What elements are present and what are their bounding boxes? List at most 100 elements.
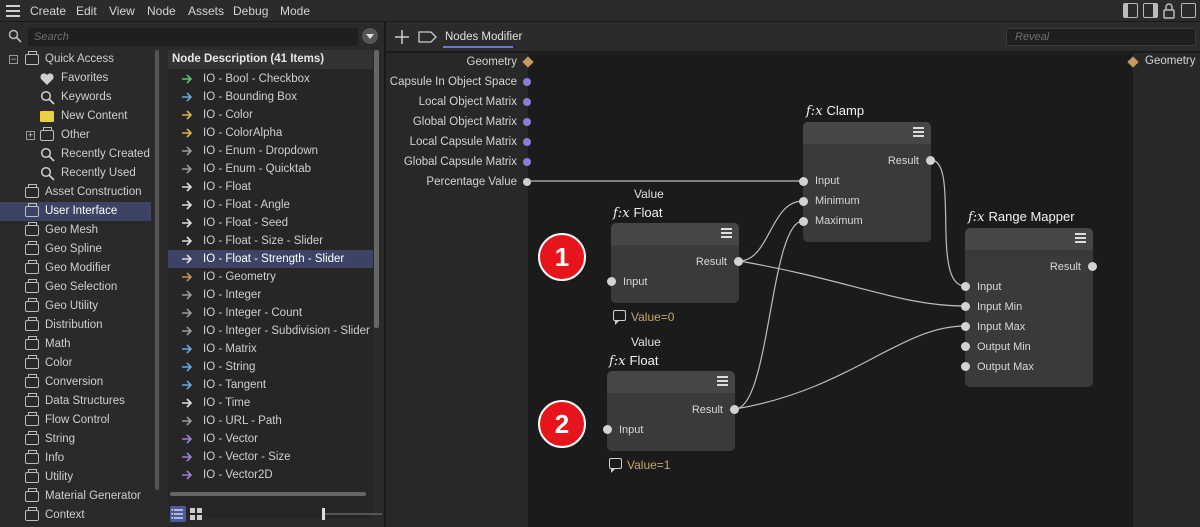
clamp-node[interactable]: Result Input Minimum Maximum <box>803 122 931 242</box>
asset-search-input[interactable]: Search <box>28 28 358 46</box>
reveal-search-input[interactable]: Reveal <box>1006 28 1196 46</box>
node-menu-icon[interactable] <box>717 376 728 386</box>
node-list-item[interactable]: IO - Integer <box>168 286 373 304</box>
tree-item[interactable]: Info <box>0 449 151 468</box>
tab-nodes-modifier[interactable]: Nodes Modifier <box>445 31 522 43</box>
node-list-item[interactable]: IO - Enum - Quicktab <box>168 160 373 178</box>
layout-right-panel-icon[interactable] <box>1143 3 1158 18</box>
clamp-minimum-port[interactable] <box>799 197 808 206</box>
node-list-scrollbar[interactable] <box>374 50 379 328</box>
input-port[interactable] <box>523 178 531 186</box>
float1-node[interactable]: Result Input <box>611 223 739 303</box>
tree-item[interactable]: Recently Used <box>0 164 151 183</box>
tree-item[interactable]: New Content <box>0 107 151 126</box>
node-list-item[interactable]: IO - Bounding Box <box>168 88 373 106</box>
list-view-icon[interactable] <box>170 506 186 522</box>
tree-item[interactable]: Flow Control <box>0 411 151 430</box>
range-mapper-node[interactable]: Result Input Input Min Input Max Output … <box>965 228 1093 387</box>
hamburger-menu-icon[interactable] <box>6 5 20 17</box>
collapse-icon[interactable]: − <box>9 55 18 64</box>
node-list-item[interactable]: IO - Integer - Count <box>168 304 373 322</box>
tree-item[interactable]: Material Generator <box>0 487 151 506</box>
node-list-item[interactable]: IO - Float - Angle <box>168 196 373 214</box>
range-mapper-output-min-port[interactable] <box>961 342 970 351</box>
input-port[interactable] <box>523 98 531 106</box>
node-menu-icon[interactable] <box>721 228 732 238</box>
input-port[interactable] <box>523 78 531 86</box>
node-list-item[interactable]: IO - Matrix <box>168 340 373 358</box>
node-list-item[interactable]: IO - Float - Seed <box>168 214 373 232</box>
tree-item[interactable]: Geo Mesh <box>0 221 151 240</box>
tree-item[interactable]: Geo Selection <box>0 278 151 297</box>
layout-left-panel-icon[interactable] <box>1123 3 1138 18</box>
node-menu-icon[interactable] <box>913 127 924 137</box>
tree-item[interactable]: + Other <box>0 126 151 145</box>
input-port[interactable] <box>523 158 531 166</box>
node-list-item[interactable]: IO - Float - Size - Slider <box>168 232 373 250</box>
node-menu-icon[interactable] <box>1075 233 1086 243</box>
thumbnail-size-slider[interactable] <box>322 508 382 520</box>
menu-assets[interactable]: Assets <box>188 4 224 18</box>
tree-item[interactable]: Geo Modifier <box>0 259 151 278</box>
tree-item[interactable]: String <box>0 430 151 449</box>
tree-item[interactable]: Conversion <box>0 373 151 392</box>
tree-item[interactable]: Favorites <box>0 69 151 88</box>
tree-item[interactable]: Math <box>0 335 151 354</box>
tree-item[interactable]: Data Structures <box>0 392 151 411</box>
tree-item[interactable]: Geo Spline <box>0 240 151 259</box>
node-list-item[interactable]: IO - String <box>168 358 373 376</box>
menu-create[interactable]: Create <box>30 4 66 18</box>
search-options-dropdown[interactable] <box>362 28 378 44</box>
tree-item[interactable]: Color <box>0 354 151 373</box>
tree-item[interactable]: Recently Created <box>0 145 151 164</box>
float2-result-port[interactable] <box>730 405 739 414</box>
tree-item[interactable]: Utility <box>0 468 151 487</box>
tree-item[interactable]: User Interface <box>0 202 151 221</box>
tree-scrollbar[interactable] <box>155 50 159 490</box>
input-port[interactable] <box>523 118 531 126</box>
range-mapper-output-max-port[interactable] <box>961 362 970 371</box>
tree-item[interactable]: − Quick Access <box>0 50 151 69</box>
node-list-item[interactable]: IO - Vector <box>168 430 373 448</box>
node-list-item[interactable]: IO - Time <box>168 394 373 412</box>
tree-item[interactable]: Geo Utility <box>0 297 151 316</box>
node-list-item[interactable]: IO - Vector - Size <box>168 448 373 466</box>
maximize-panel-icon[interactable] <box>1181 3 1196 18</box>
menu-edit[interactable]: Edit <box>76 4 97 18</box>
clamp-maximum-port[interactable] <box>799 217 808 226</box>
menu-mode[interactable]: Mode <box>280 4 310 18</box>
tree-item[interactable]: Keywords <box>0 88 151 107</box>
range-mapper-input-port[interactable] <box>961 282 970 291</box>
tree-item[interactable]: Asset Construction <box>0 183 151 202</box>
clamp-result-port[interactable] <box>926 156 935 165</box>
node-list-item[interactable]: IO - Tangent <box>168 376 373 394</box>
menu-debug[interactable]: Debug <box>233 4 268 18</box>
range-mapper-input-max-port[interactable] <box>961 322 970 331</box>
tag-icon[interactable] <box>418 31 438 43</box>
node-list-item[interactable]: IO - Float - Strength - Slider <box>168 250 373 268</box>
node-list-item[interactable]: IO - Float <box>168 178 373 196</box>
tree-item[interactable]: Distribution <box>0 316 151 335</box>
expand-icon[interactable]: + <box>26 131 35 140</box>
menu-view[interactable]: View <box>109 4 135 18</box>
lock-icon[interactable] <box>1162 3 1176 19</box>
clamp-input-port[interactable] <box>799 177 808 186</box>
node-list-item[interactable]: IO - Enum - Dropdown <box>168 142 373 160</box>
menu-node[interactable]: Node <box>147 4 176 18</box>
float1-result-port[interactable] <box>734 257 743 266</box>
node-list-item[interactable]: IO - URL - Path <box>168 412 373 430</box>
float2-input-port[interactable] <box>603 425 612 434</box>
node-list-item[interactable]: IO - ColorAlpha <box>168 124 373 142</box>
float1-input-port[interactable] <box>607 277 616 286</box>
node-list-item[interactable]: IO - Color <box>168 106 373 124</box>
grid-view-icon[interactable] <box>188 506 204 522</box>
tree-item[interactable]: Context <box>0 506 151 525</box>
input-port[interactable] <box>523 138 531 146</box>
node-list-horizontal-scrollbar[interactable] <box>170 492 366 496</box>
node-list-item[interactable]: IO - Vector2D <box>168 466 373 484</box>
node-list-item[interactable]: IO - Geometry <box>168 268 373 286</box>
add-icon[interactable] <box>394 29 410 45</box>
range-mapper-result-port[interactable] <box>1088 262 1097 271</box>
node-list-item[interactable]: IO - Bool - Checkbox <box>168 70 373 88</box>
node-list-item[interactable]: IO - Integer - Subdivision - Slider <box>168 322 373 340</box>
